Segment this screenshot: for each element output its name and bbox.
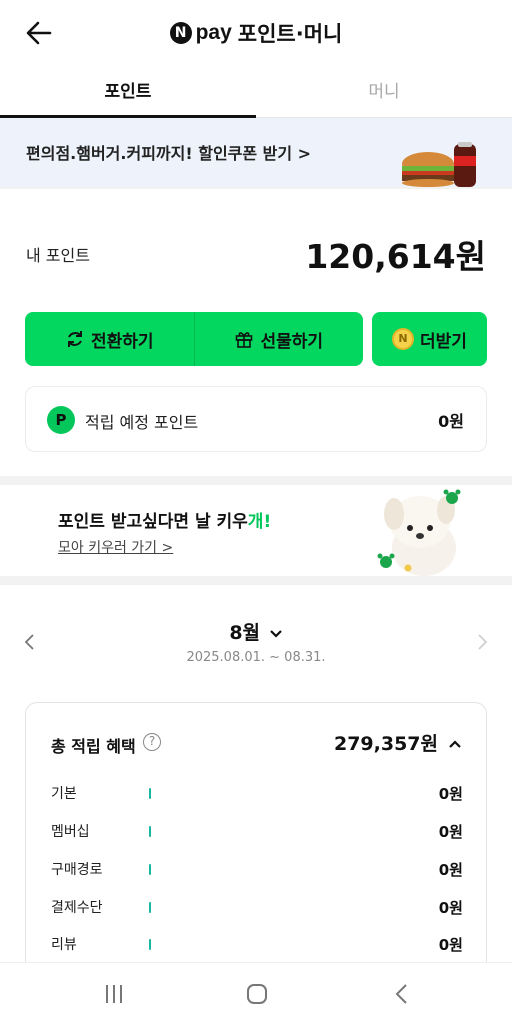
section-divider xyxy=(0,576,512,585)
row-value: 0원 xyxy=(438,785,463,803)
point-p-icon: P xyxy=(47,406,75,434)
refresh-icon xyxy=(65,329,85,349)
scheduled-points-card: P 적립 예정 포인트 0원 xyxy=(25,386,487,452)
tab-bar: 포인트 머니 xyxy=(0,70,512,118)
system-back-icon[interactable] xyxy=(394,983,410,1009)
section-divider xyxy=(0,476,512,485)
page-title: Npay 포인트·머니 xyxy=(0,18,512,48)
promo-title-prefix: 포인트 받고싶다면 날 키우 xyxy=(58,512,248,532)
month-selector[interactable]: 8월 xyxy=(0,618,512,645)
month-date-range: 2025.08.01. ~ 08.31. xyxy=(186,650,326,665)
home-icon[interactable] xyxy=(246,983,268,1009)
coin-icon: N xyxy=(392,328,415,350)
next-month-chevron-icon[interactable] xyxy=(474,632,490,652)
puppy-character-illustration xyxy=(377,489,461,576)
row-label: 멤버십 xyxy=(51,824,90,840)
row-label: 구매경로 xyxy=(51,862,103,878)
app-header: Npay 포인트·머니 xyxy=(0,0,512,66)
tab-points[interactable]: 포인트 xyxy=(0,70,256,118)
chevron-down-icon xyxy=(269,629,282,638)
convert-button[interactable]: 전환하기 xyxy=(25,312,194,366)
my-point-value: 120,614원 xyxy=(305,237,486,276)
earning-summary-card: 총 적립 혜택 ? 279,357원 기본 0원 멤버십 0원 구매경로 0원 … xyxy=(25,702,487,982)
scheduled-points-label: 적립 예정 포인트 xyxy=(85,413,199,432)
gift-button[interactable]: 선물하기 xyxy=(195,312,364,366)
recent-apps-icon[interactable] xyxy=(104,983,124,1009)
row-bar xyxy=(149,826,151,837)
row-value: 0원 xyxy=(438,823,463,841)
row-label: 결제수단 xyxy=(51,900,103,916)
tab-money[interactable]: 머니 xyxy=(256,70,512,118)
naver-n-logo-icon: N xyxy=(169,22,192,44)
system-navigation-bar xyxy=(0,962,512,1024)
gift-icon xyxy=(234,329,254,349)
pay-wordmark: pay xyxy=(195,21,232,44)
row-value: 0원 xyxy=(438,861,463,879)
summary-row: 리뷰 0원 xyxy=(51,934,463,956)
promo-title: 포인트 받고싶다면 날 키우개! xyxy=(58,507,271,532)
promo-title-accent: 개 xyxy=(247,512,264,532)
summary-total-value: 279,357원 xyxy=(333,733,438,755)
coupon-banner-text: 편의점.햄버거.커피까지! 할인쿠폰 받기 > xyxy=(26,144,312,163)
row-bar xyxy=(149,902,151,913)
convert-button-label: 전환하기 xyxy=(90,331,154,352)
my-point-label: 내 포인트 xyxy=(26,246,90,265)
summary-row: 기본 0원 xyxy=(51,783,463,805)
section-divider xyxy=(0,187,512,189)
row-value: 0원 xyxy=(438,936,463,954)
chevron-up-icon[interactable] xyxy=(448,735,462,748)
summary-total-label: 총 적립 혜택 xyxy=(51,737,136,756)
row-label: 기본 xyxy=(51,786,77,802)
month-navigator: 8월 2025.08.01. ~ 08.31. xyxy=(0,614,512,674)
earn-more-button[interactable]: N 더받기 xyxy=(372,312,487,366)
summary-row: 멤버십 0원 xyxy=(51,821,463,843)
help-question-icon[interactable]: ? xyxy=(143,733,161,751)
row-value: 0원 xyxy=(438,899,463,917)
earn-more-button-label: 더받기 xyxy=(420,331,467,352)
row-bar xyxy=(149,864,151,875)
gift-button-label: 선물하기 xyxy=(260,331,324,352)
row-bar xyxy=(149,939,151,950)
page-title-text: 포인트·머니 xyxy=(237,22,343,46)
month-label: 8월 xyxy=(229,622,261,644)
summary-row: 결제수단 0원 xyxy=(51,897,463,919)
promo-title-suffix: ! xyxy=(263,512,272,532)
burger-cola-illustration xyxy=(402,142,476,187)
row-label: 리뷰 xyxy=(51,937,77,953)
promo-link[interactable]: 모아 키우러 가기 > xyxy=(58,537,173,557)
row-bar xyxy=(149,788,151,799)
scheduled-points-value: 0원 xyxy=(438,412,464,431)
summary-row: 구매경로 0원 xyxy=(51,859,463,881)
action-button-group: 전환하기 선물하기 xyxy=(25,312,363,366)
